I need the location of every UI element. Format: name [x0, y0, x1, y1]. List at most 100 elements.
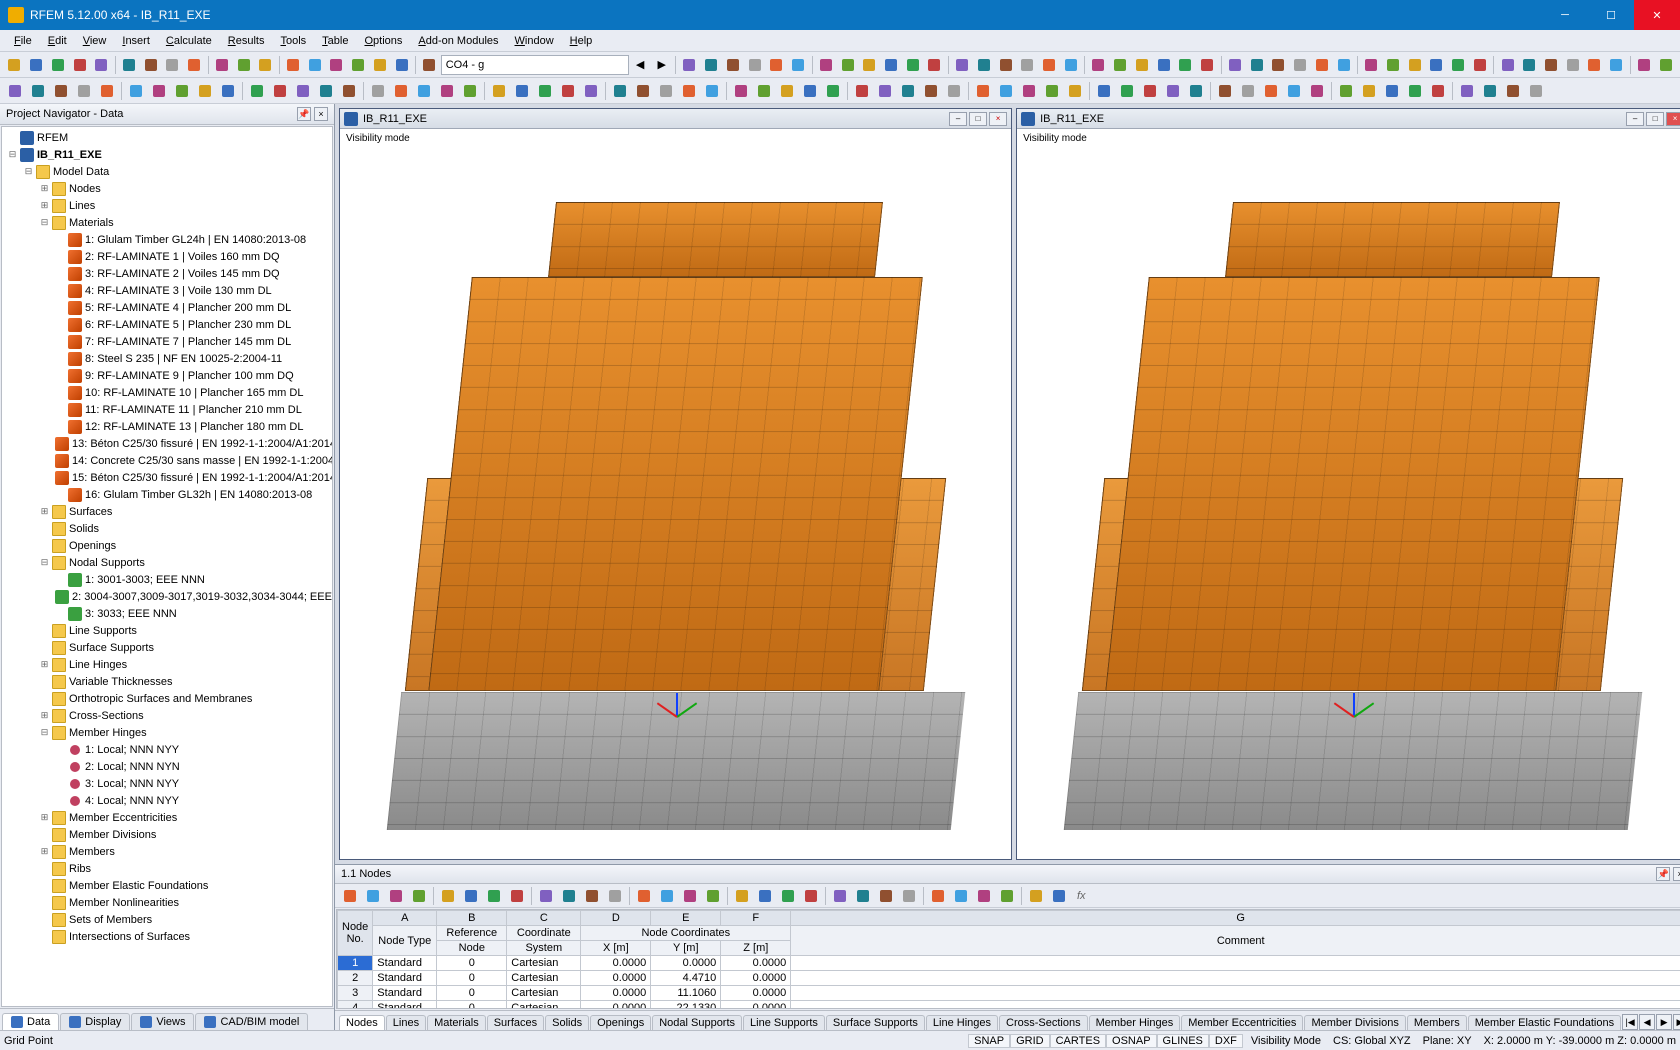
tree-ribs[interactable]: Ribs — [2, 860, 332, 877]
loadcase-nav[interactable]: ◀ — [630, 54, 651, 76]
toolbar-button[interactable] — [859, 54, 880, 76]
menu-add-on-modules[interactable]: Add-on Modules — [410, 32, 506, 50]
toolbar-button[interactable] — [580, 80, 602, 102]
menu-tools[interactable]: Tools — [272, 32, 314, 50]
data-tab-surface-supports[interactable]: Surface Supports — [826, 1015, 925, 1030]
toolbar-button[interactable] — [1224, 54, 1245, 76]
toolbar-button[interactable] — [326, 54, 347, 76]
tree-cross-sections[interactable]: ⊞Cross-Sections — [2, 707, 332, 724]
toolbar-button[interactable] — [4, 80, 26, 102]
toolbar-button[interactable] — [730, 80, 752, 102]
toolbar-button[interactable] — [4, 54, 25, 76]
toolbar-button[interactable] — [1283, 80, 1305, 102]
toolbar-button[interactable] — [701, 80, 723, 102]
toolbar-button[interactable] — [460, 885, 482, 907]
toolbar-button[interactable] — [1132, 54, 1153, 76]
navigator-pin-button[interactable]: 📌 — [297, 107, 311, 121]
toolbar-button[interactable] — [766, 54, 787, 76]
toolbar-button[interactable] — [269, 80, 291, 102]
tree-nodal-support-item[interactable]: 3: 3033; EEE NNN — [2, 605, 332, 622]
toolbar-button[interactable] — [822, 80, 844, 102]
toolbar-button[interactable] — [419, 54, 440, 76]
toolbar-button[interactable] — [459, 80, 481, 102]
toolbar-button[interactable] — [558, 885, 580, 907]
toolbar-button[interactable] — [1562, 54, 1583, 76]
toolbar-button[interactable] — [140, 54, 161, 76]
toolbar-button[interactable] — [27, 80, 49, 102]
data-tab-nodal-supports[interactable]: Nodal Supports — [652, 1015, 742, 1030]
tree-member-elastic[interactable]: Member Elastic Foundations — [2, 877, 332, 894]
navigator-tab-data[interactable]: Data — [2, 1013, 59, 1030]
toolbar-button[interactable] — [483, 885, 505, 907]
toolbar-button[interactable] — [125, 80, 147, 102]
toolbar-button[interactable] — [1153, 54, 1174, 76]
tree-material-item[interactable]: 9: RF-LAMINATE 9 | Plancher 100 mm DQ — [2, 367, 332, 384]
toolbar-button[interactable] — [678, 80, 700, 102]
toolbar-button[interactable] — [829, 885, 851, 907]
maximize-button[interactable]: ☐ — [1588, 0, 1634, 30]
toolbar-button[interactable] — [950, 885, 972, 907]
data-tab-member-eccentricities[interactable]: Member Eccentricities — [1181, 1015, 1303, 1030]
tree-material-item[interactable]: 1: Glulam Timber GL24h | EN 14080:2013-0… — [2, 231, 332, 248]
navigator-tab-views[interactable]: Views — [131, 1013, 194, 1030]
loadcase-combo[interactable] — [441, 55, 629, 75]
toolbar-button[interactable] — [1634, 54, 1655, 76]
tree-material-item[interactable]: 15: Béton C25/30 fissuré | EN 1992-1-1:2… — [2, 469, 332, 486]
tree-material-item[interactable]: 6: RF-LAMINATE 5 | Plancher 230 mm DL — [2, 316, 332, 333]
tree-nodal-support-item[interactable]: 2: 3004-3007,3009-3017,3019-3032,3034-30… — [2, 588, 332, 605]
toolbar-button[interactable] — [581, 885, 603, 907]
tree-solids[interactable]: Solids — [2, 520, 332, 537]
tree-member-ecc[interactable]: ⊞Member Eccentricities — [2, 809, 332, 826]
data-tab-solids[interactable]: Solids — [545, 1015, 589, 1030]
toolbar-button[interactable] — [974, 54, 995, 76]
data-tab-line-supports[interactable]: Line Supports — [743, 1015, 825, 1030]
tree-materials[interactable]: ⊟Materials — [2, 214, 332, 231]
toolbar-button[interactable] — [995, 54, 1016, 76]
toolbar-button[interactable] — [1456, 80, 1478, 102]
tree-var-thick[interactable]: Variable Thicknesses — [2, 673, 332, 690]
toolbar-button[interactable] — [1093, 80, 1115, 102]
tab-nav-button[interactable]: |◀ — [1622, 1014, 1638, 1030]
table-pin-button[interactable]: 📌 — [1656, 867, 1670, 881]
toolbar-button[interactable] — [171, 80, 193, 102]
view-left-close[interactable]: × — [989, 112, 1007, 126]
status-toggle-glines[interactable]: GLINES — [1157, 1034, 1209, 1048]
toolbar-button[interactable] — [233, 54, 254, 76]
toolbar-button[interactable] — [972, 80, 994, 102]
table-row[interactable]: 2Standard0Cartesian0.00004.47100.0000 — [338, 971, 1680, 986]
tree-member-hinge-item[interactable]: 4: Local; NNN NYY — [2, 792, 332, 809]
toolbar-button[interactable] — [723, 54, 744, 76]
tree-nodal-support-item[interactable]: 1: 3001-3003; EEE NNN — [2, 571, 332, 588]
tab-nav-button[interactable]: ▶ — [1656, 1014, 1672, 1030]
toolbar-button[interactable] — [91, 54, 112, 76]
tree-root[interactable]: RFEM — [2, 129, 332, 146]
tree-material-item[interactable]: 11: RF-LAMINATE 11 | Plancher 210 mm DL — [2, 401, 332, 418]
data-tab-openings[interactable]: Openings — [590, 1015, 651, 1030]
toolbar-button[interactable] — [679, 885, 701, 907]
tree-material-item[interactable]: 4: RF-LAMINATE 3 | Voile 130 mm DL — [2, 282, 332, 299]
navigator-tree[interactable]: RFEM⊟IB_R11_EXE⊟Model Data⊞Nodes⊞Lines⊟M… — [1, 126, 333, 1007]
status-toggle-dxf[interactable]: DXF — [1209, 1034, 1243, 1048]
toolbar-button[interactable] — [1502, 80, 1524, 102]
loadcase-nav[interactable]: ▶ — [651, 54, 672, 76]
tree-sets-members[interactable]: Sets of Members — [2, 911, 332, 928]
toolbar-button[interactable] — [367, 80, 389, 102]
toolbar-button[interactable] — [437, 885, 459, 907]
toolbar-button[interactable] — [217, 80, 239, 102]
tree-material-item[interactable]: 3: RF-LAMINATE 2 | Voiles 145 mm DQ — [2, 265, 332, 282]
tree-member-hinge-item[interactable]: 1: Local; NNN NYY — [2, 741, 332, 758]
toolbar-button[interactable] — [632, 80, 654, 102]
menu-help[interactable]: Help — [562, 32, 601, 50]
toolbar-button[interactable] — [1268, 54, 1289, 76]
tree-surface-supports[interactable]: Surface Supports — [2, 639, 332, 656]
toolbar-button[interactable] — [47, 54, 68, 76]
toolbar-button[interactable] — [211, 54, 232, 76]
toolbar-button[interactable] — [1448, 54, 1469, 76]
toolbar-button[interactable] — [338, 80, 360, 102]
toolbar-button[interactable] — [283, 54, 304, 76]
status-toggle-snap[interactable]: SNAP — [968, 1034, 1010, 1048]
toolbar-button[interactable] — [50, 80, 72, 102]
tree-material-item[interactable]: 12: RF-LAMINATE 13 | Plancher 180 mm DL — [2, 418, 332, 435]
data-tab-line-hinges[interactable]: Line Hinges — [926, 1015, 998, 1030]
toolbar-button[interactable] — [943, 80, 965, 102]
